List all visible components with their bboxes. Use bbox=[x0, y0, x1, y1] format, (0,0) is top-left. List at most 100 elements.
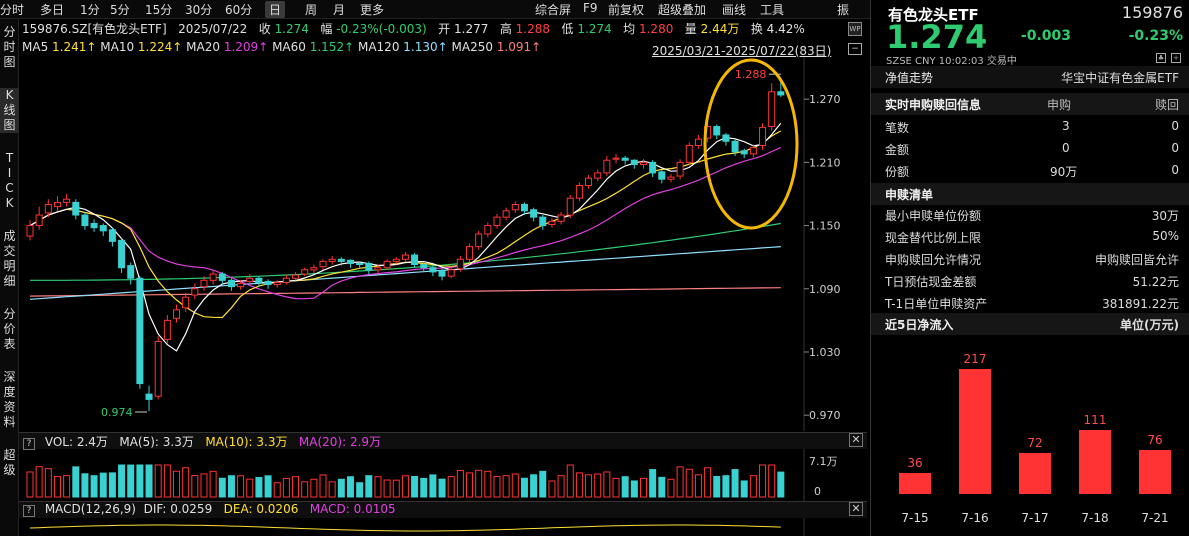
vol-bar bbox=[731, 469, 739, 498]
nav-row[interactable]: 净值走势 华宝中证有色金属ETF bbox=[871, 66, 1189, 88]
toolbar-btn-4[interactable]: 画线 bbox=[722, 1, 746, 18]
plus-icon[interactable]: + bbox=[1171, 53, 1181, 63]
candle-body bbox=[99, 225, 107, 232]
vol-bar bbox=[44, 468, 52, 498]
price-change-pct: -0.23% bbox=[1128, 28, 1183, 44]
vol-bar bbox=[72, 466, 80, 498]
sidebar-char: C bbox=[5, 181, 14, 195]
sidebar-char: 成 bbox=[3, 229, 16, 243]
candle-body bbox=[383, 260, 391, 269]
vol-bar bbox=[411, 475, 419, 498]
vol-bar bbox=[264, 475, 272, 498]
vol-bar bbox=[154, 464, 162, 498]
sidebar-item-3[interactable]: 成交明细 bbox=[0, 229, 19, 289]
close-vol-pane-icon[interactable]: ✕ bbox=[849, 433, 863, 447]
nav-value: 华宝中证有色金属ETF bbox=[1061, 71, 1179, 85]
vol-bar bbox=[282, 477, 290, 498]
low-label: 低 bbox=[561, 22, 574, 36]
period-tab-7[interactable]: 日 bbox=[265, 1, 286, 18]
candle-body bbox=[411, 254, 419, 266]
vol-label: VOL: 2.4万 bbox=[44, 435, 108, 449]
period-tab-0[interactable]: 分时 bbox=[0, 1, 24, 18]
period-tab-1[interactable]: 多日 bbox=[40, 1, 64, 18]
period-tab-3[interactable]: 5分 bbox=[110, 1, 130, 18]
vol-bar bbox=[630, 480, 638, 498]
vol-bar bbox=[621, 476, 629, 498]
sidebar-char: 料 bbox=[3, 415, 16, 429]
sub-redeem-title: 实时申购赎回信息 bbox=[885, 98, 982, 112]
candle-body bbox=[44, 203, 52, 214]
sub-row-c1: 90万 bbox=[1050, 165, 1078, 179]
open-label: 开 bbox=[438, 22, 451, 36]
period-tab-2[interactable]: 1分 bbox=[80, 1, 100, 18]
inflow-bar bbox=[1139, 450, 1171, 494]
close-macd-pane-icon[interactable]: ✕ bbox=[849, 502, 863, 516]
help-icon[interactable]: ? bbox=[23, 505, 35, 517]
period-tab-6[interactable]: 60分 bbox=[225, 1, 252, 18]
sub-row-label: 笔数 bbox=[885, 121, 910, 135]
period-tab-8[interactable]: 周 bbox=[305, 1, 317, 18]
period-tab-9[interactable]: 月 bbox=[333, 1, 345, 18]
nav-label: 净值走势 bbox=[885, 71, 934, 85]
vol-bar bbox=[301, 481, 309, 498]
candle-body bbox=[35, 214, 43, 227]
vol-bar bbox=[722, 475, 730, 498]
inflow-value: 217 bbox=[963, 352, 987, 366]
period-tab-5[interactable]: 30分 bbox=[185, 1, 212, 18]
vol-bar bbox=[639, 477, 647, 498]
sidebar-char: 价 bbox=[3, 322, 16, 336]
toolbar-btn-1[interactable]: F9 bbox=[583, 1, 598, 15]
macd-chart[interactable] bbox=[19, 518, 867, 536]
toolbar-btn-5[interactable]: 工具 bbox=[760, 1, 784, 18]
period-tab-4[interactable]: 15分 bbox=[145, 1, 172, 18]
vol-bar bbox=[658, 476, 666, 498]
candle-body bbox=[282, 277, 290, 283]
sidebar-item-0[interactable]: 分时图 bbox=[0, 25, 19, 70]
vol-bar bbox=[218, 477, 226, 498]
sidebar-char: 分 bbox=[3, 25, 16, 39]
candle-body bbox=[356, 262, 364, 266]
vol-bar bbox=[255, 476, 263, 498]
period-tab-10[interactable]: 更多 bbox=[360, 1, 384, 18]
vol-bar bbox=[777, 471, 785, 498]
candle-body bbox=[209, 273, 217, 281]
candle-body bbox=[530, 209, 538, 218]
candle-body bbox=[667, 176, 675, 180]
sub-row-c2: 0 bbox=[1171, 119, 1179, 133]
amp-value: -0.23%(-0.003) bbox=[336, 22, 427, 36]
wp-icon[interactable]: WP bbox=[848, 22, 862, 36]
candle-body bbox=[731, 140, 739, 153]
toolbar-btn-0[interactable]: 综合屏 bbox=[535, 1, 571, 18]
y-tick-label: 1.150 bbox=[809, 220, 841, 233]
sidebar-item-5[interactable]: 深度资料 bbox=[0, 370, 19, 430]
vol-ma5: MA(5): 3.3万 bbox=[119, 435, 194, 449]
vol-bar bbox=[649, 469, 657, 498]
toolbar-btn-2[interactable]: 前复权 bbox=[608, 1, 644, 18]
sidebar-item-6[interactable]: 超级 bbox=[0, 448, 19, 478]
vol-bar bbox=[118, 464, 126, 498]
vol-bar bbox=[237, 475, 245, 498]
sidebar-item-2[interactable]: TICK bbox=[0, 151, 19, 211]
sidebar-item-4[interactable]: 分价表 bbox=[0, 307, 19, 352]
sidebar-char: I bbox=[7, 166, 12, 180]
vol-bar bbox=[484, 470, 492, 498]
redeem-row-value: 申购赎回皆允许 bbox=[1094, 253, 1179, 267]
candle-body bbox=[218, 273, 226, 281]
collapse-icon[interactable]: − bbox=[848, 43, 862, 55]
vol-bar bbox=[136, 464, 144, 498]
candle-body bbox=[429, 267, 437, 273]
last-price: 1.274 bbox=[886, 18, 988, 56]
right-info-panel: 有色龙头ETF 159876 1.274 -0.003 -0.23% SZSE … bbox=[870, 0, 1189, 536]
inflow-value: 111 bbox=[1083, 413, 1107, 428]
toolbar-btn-3[interactable]: 超级叠加 bbox=[658, 1, 706, 18]
toolbar-btn-6[interactable]: 振 bbox=[837, 1, 849, 18]
candle-body bbox=[72, 201, 80, 216]
sidebar-char: 表 bbox=[3, 337, 16, 351]
candle-body bbox=[365, 262, 373, 271]
inflow-date: 7-21 bbox=[1141, 511, 1169, 525]
bell-icon[interactable]: ♣ bbox=[1156, 53, 1166, 63]
sidebar-item-1[interactable]: K线图 bbox=[0, 88, 19, 133]
volume-chart[interactable]: 7.1万 0 bbox=[19, 449, 867, 501]
kline-chart[interactable]: 1.270 1.210 1.150 1.090 1.030 0.970 1.288 0.974 bbox=[19, 57, 867, 431]
candle-body bbox=[127, 265, 135, 279]
